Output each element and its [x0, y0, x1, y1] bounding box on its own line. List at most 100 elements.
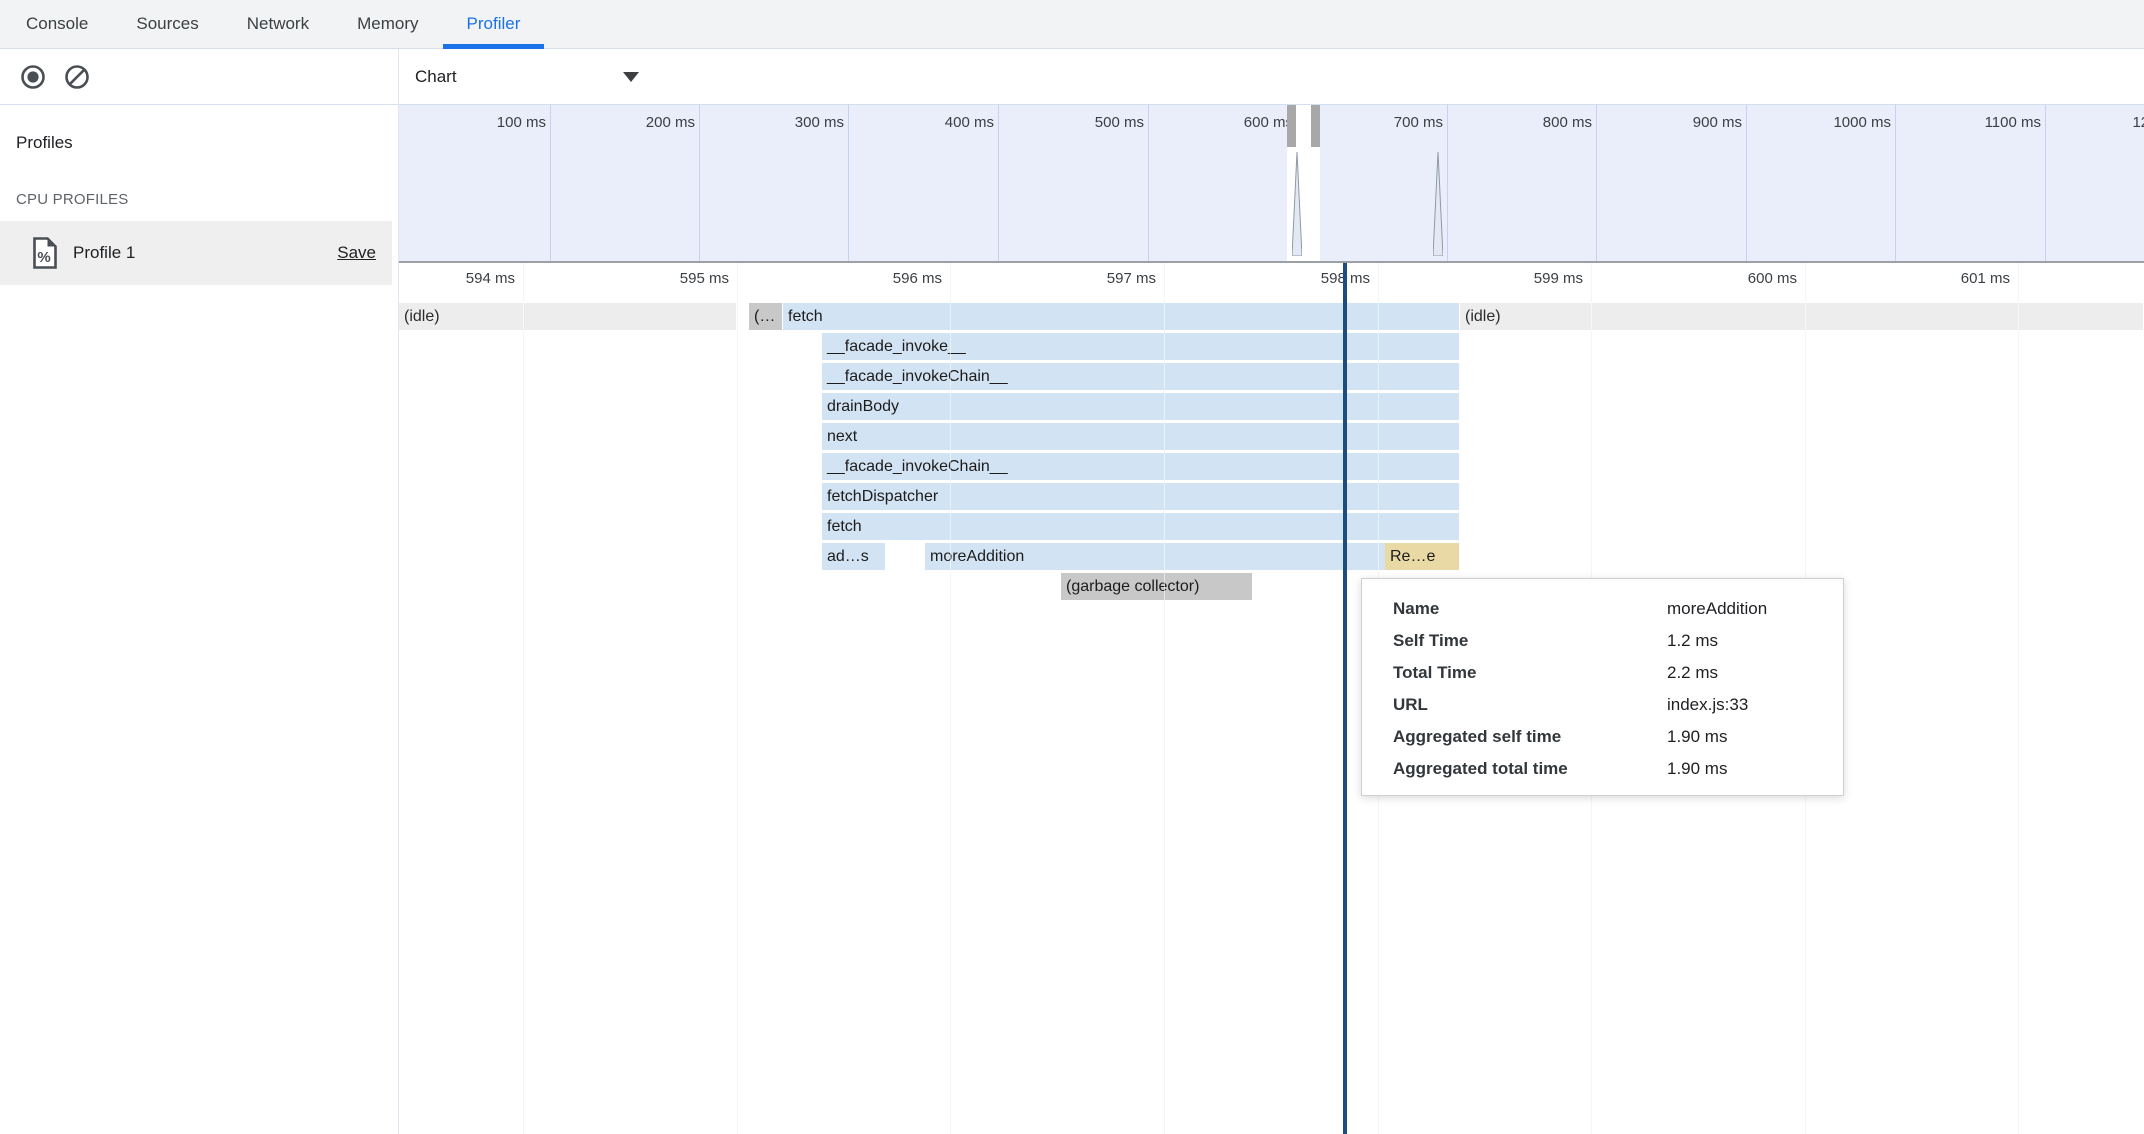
flame-bar[interactable]: Re…e [1385, 543, 1459, 570]
overview-tick-label: 100 ms [446, 114, 546, 131]
profiler-main-panel: Chart 100 ms 200 ms 300 ms 400 ms 500 ms 600 … [399, 49, 2144, 1134]
flame-bar[interactable]: __facade_invokeChain__ [822, 363, 1459, 390]
ruler-tick-label: 595 ms [625, 270, 729, 287]
clear-icon [64, 64, 90, 90]
tooltip-row: URLindex.js:33 [1393, 689, 1823, 721]
tab-memory[interactable]: Memory [333, 0, 442, 48]
chevron-down-icon [623, 72, 639, 82]
overview-divider [1895, 105, 1896, 261]
chart-view-header: Chart [399, 49, 2144, 105]
tooltip-value: index.js:33 [1667, 689, 1823, 721]
flame-bar[interactable]: ad…s [822, 543, 885, 570]
overview-tick-label: 600 ms [1193, 114, 1293, 131]
overview-divider [1447, 105, 1448, 261]
time-gridline-overlay [1164, 263, 1165, 1134]
overview-divider [2045, 105, 2046, 261]
overview-activity-spike [1433, 152, 1443, 261]
tooltip-label: Aggregated self time [1393, 721, 1667, 753]
overview-tick-label: 500 ms [1044, 114, 1144, 131]
view-mode-select[interactable]: Chart [415, 67, 647, 87]
flame-bar[interactable]: next [822, 423, 1459, 450]
overview-activity-spike [1292, 152, 1302, 261]
flame-bar[interactable]: (idle) [399, 303, 736, 330]
flame-bar[interactable]: fetch [822, 513, 1459, 540]
overview-divider [998, 105, 999, 261]
overview-tick-label: 900 ms [1642, 114, 1742, 131]
ruler-tick-label: 597 ms [1052, 270, 1156, 287]
profile-list-item-selected[interactable]: % Profile 1 Save [0, 221, 392, 285]
tab-network[interactable]: Network [223, 0, 333, 48]
cpu-profiles-section-label: CPU PROFILES [0, 153, 398, 208]
tooltip-label: Name [1393, 593, 1667, 625]
profiler-toolbar [0, 49, 398, 105]
profiles-heading: Profiles [0, 105, 398, 153]
tooltip-value: moreAddition [1667, 593, 1823, 625]
ruler-tick-label: 599 ms [1479, 270, 1583, 287]
current-time-marker [1343, 263, 1347, 1134]
tooltip-label: URL [1393, 689, 1667, 721]
time-gridline-overlay [523, 263, 524, 1134]
time-gridline-overlay [737, 263, 738, 1134]
overview-divider [699, 105, 700, 261]
overview-tick-label: 1200 ms [2090, 114, 2144, 131]
ruler-tick-label: 598 ms [1266, 270, 1370, 287]
ruler-tick-label: 600 ms [1693, 270, 1797, 287]
flame-bar[interactable]: fetch [783, 303, 1459, 330]
tooltip-row: Total Time2.2 ms [1393, 657, 1823, 689]
flame-bar[interactable]: fetchDispatcher [822, 483, 1459, 510]
overview-divider [550, 105, 551, 261]
overview-selection-grip-left[interactable] [1287, 105, 1296, 147]
profile-name: Profile 1 [73, 243, 135, 263]
ruler-tick-label: 594 ms [411, 270, 515, 287]
record-button[interactable] [20, 64, 46, 90]
overview-divider [1148, 105, 1149, 261]
ruler-tick-label: 596 ms [838, 270, 942, 287]
record-icon [20, 64, 46, 90]
view-mode-value: Chart [415, 67, 457, 87]
flame-bar[interactable]: __facade_invoke__ [822, 333, 1459, 360]
overview-tick-label: 1000 ms [1791, 114, 1891, 131]
time-gridline-overlay [2018, 263, 2019, 1134]
tab-console[interactable]: Console [2, 0, 112, 48]
overview-tick-label: 1100 ms [1941, 114, 2041, 131]
overview-tick-label: 400 ms [894, 114, 994, 131]
flame-bar[interactable]: (garbage collector) [1061, 573, 1252, 600]
tab-profiler[interactable]: Profiler [443, 0, 545, 48]
overview-tick-label: 800 ms [1492, 114, 1592, 131]
overview-divider [1746, 105, 1747, 261]
app-body: Profiles CPU PROFILES % Profile 1 Save C… [0, 49, 2144, 1134]
tooltip-label: Self Time [1393, 625, 1667, 657]
flame-bar[interactable]: moreAddition [925, 543, 1385, 570]
frame-details-tooltip: NamemoreAdditionSelf Time1.2 msTotal Tim… [1361, 578, 1844, 796]
overview-divider [848, 105, 849, 261]
clear-button[interactable] [64, 64, 90, 90]
tooltip-label: Total Time [1393, 657, 1667, 689]
flame-bar[interactable]: (idle) [1460, 303, 2143, 330]
flame-chart-area[interactable]: 594 ms 595 ms 596 ms 597 ms 598 ms 599 ms 600 … [399, 263, 2144, 1134]
flame-bar[interactable]: drainBody [822, 393, 1459, 420]
tooltip-row: Aggregated total time1.90 ms [1393, 753, 1823, 785]
tooltip-value: 2.2 ms [1667, 657, 1823, 689]
flame-bar[interactable]: __facade_invokeChain__ [822, 453, 1459, 480]
tooltip-row: Self Time1.2 ms [1393, 625, 1823, 657]
overview-tick-label: 200 ms [595, 114, 695, 131]
svg-text:%: % [37, 249, 50, 266]
devtools-tab-bar: ConsoleSourcesNetworkMemoryProfiler [0, 0, 2144, 49]
tooltip-row: Aggregated self time1.90 ms [1393, 721, 1823, 753]
overview-tick-label: 700 ms [1343, 114, 1443, 131]
ruler-tick-label: 601 ms [1906, 270, 2010, 287]
tooltip-value: 1.90 ms [1667, 721, 1823, 753]
save-profile-link[interactable]: Save [337, 243, 376, 263]
tooltip-label: Aggregated total time [1393, 753, 1667, 785]
tab-sources[interactable]: Sources [112, 0, 222, 48]
profile-document-icon: % [32, 237, 58, 269]
tooltip-value: 1.90 ms [1667, 753, 1823, 785]
flame-bar[interactable]: (… [749, 303, 782, 330]
overview-divider [1596, 105, 1597, 261]
overview-selection-grip-right[interactable] [1311, 105, 1320, 147]
tooltip-row: NamemoreAddition [1393, 593, 1823, 625]
timeline-overview[interactable]: 100 ms 200 ms 300 ms 400 ms 500 ms 600 ms 700 … [399, 105, 2144, 263]
overview-tick-label: 300 ms [744, 114, 844, 131]
time-gridline-overlay [950, 263, 951, 1134]
tooltip-value: 1.2 ms [1667, 625, 1823, 657]
